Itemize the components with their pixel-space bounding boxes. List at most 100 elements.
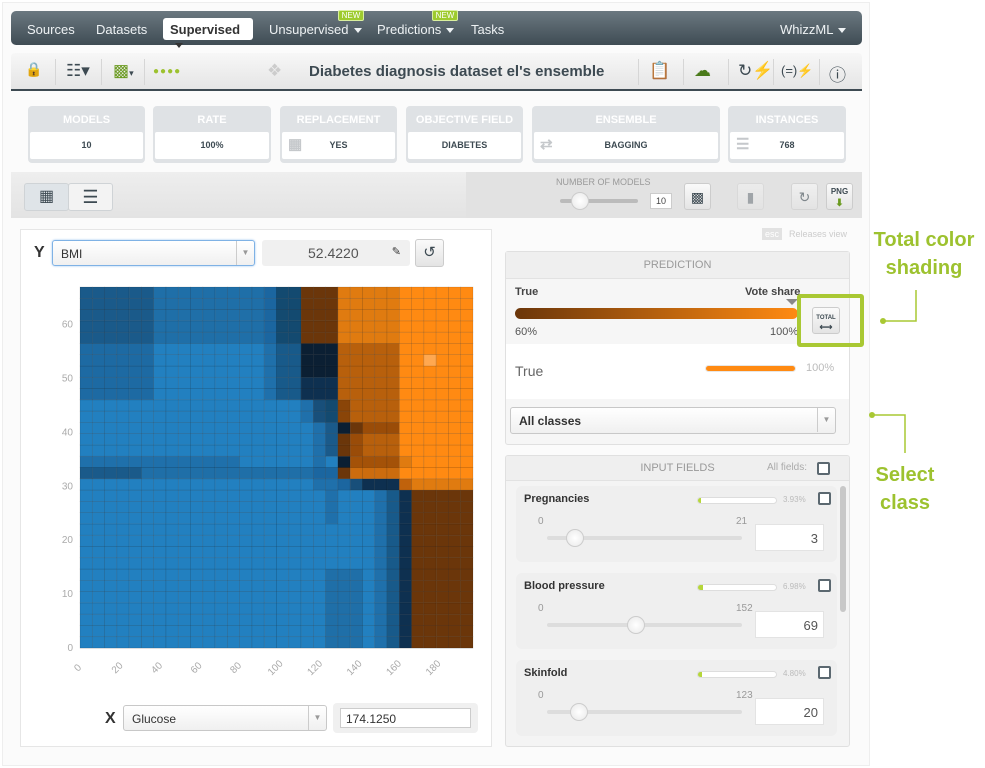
heatmap-cell[interactable] (116, 512, 130, 525)
heatmap-cell[interactable] (411, 613, 425, 626)
heatmap-cell[interactable] (337, 331, 351, 344)
heatmap-cell[interactable] (448, 331, 462, 344)
heatmap-cell[interactable] (399, 602, 412, 615)
heatmap-cell[interactable] (214, 625, 228, 638)
heatmap-cell[interactable] (460, 489, 474, 502)
heatmap-cell[interactable] (116, 433, 130, 446)
heatmap-cell[interactable] (460, 523, 474, 536)
heatmap-cell[interactable] (239, 568, 253, 581)
heatmap-cell[interactable] (399, 613, 412, 626)
heatmap-cell[interactable] (300, 534, 314, 547)
heatmap-cell[interactable] (435, 455, 449, 468)
heatmap-cell[interactable] (374, 546, 388, 559)
heatmap-cell[interactable] (386, 354, 400, 367)
heatmap-cell[interactable] (325, 580, 339, 592)
heatmap-cell[interactable] (91, 422, 105, 434)
heatmap-cell[interactable] (435, 286, 449, 299)
heatmap-cell[interactable] (411, 410, 425, 423)
heatmap-cell[interactable] (411, 422, 425, 434)
heatmap-cell[interactable] (362, 433, 376, 446)
heatmap-cell[interactable] (91, 512, 105, 525)
heatmap-cell[interactable] (448, 309, 462, 322)
heatmap-cell[interactable] (362, 365, 376, 378)
heatmap-cell[interactable] (337, 433, 351, 446)
heatmap-cell[interactable] (325, 309, 339, 322)
heatmap-cell[interactable] (435, 478, 449, 491)
heatmap-cell[interactable] (325, 286, 339, 299)
heatmap-cell[interactable] (411, 546, 425, 559)
heatmap-cell[interactable] (116, 297, 130, 310)
heatmap-cell[interactable] (411, 444, 425, 457)
heatmap-cell[interactable] (386, 399, 400, 412)
heatmap-cell[interactable] (288, 354, 302, 367)
heatmap-cell[interactable] (276, 444, 290, 457)
heatmap-cell[interactable] (116, 591, 130, 604)
heatmap-cell[interactable] (349, 365, 363, 378)
heatmap-cell[interactable] (104, 523, 118, 536)
heatmap-cell[interactable] (386, 320, 400, 333)
heatmap-cell[interactable] (251, 365, 265, 378)
heatmap-cell[interactable] (460, 376, 474, 389)
heatmap-cell[interactable] (276, 591, 290, 604)
heatmap-cell[interactable] (227, 501, 240, 513)
heatmap-cell[interactable] (399, 557, 412, 570)
heatmap-cell[interactable] (165, 467, 179, 480)
heatmap-cell[interactable] (349, 591, 363, 604)
heatmap-cell[interactable] (227, 523, 240, 536)
heatmap-cell[interactable] (227, 568, 240, 581)
heatmap-cell[interactable] (362, 636, 376, 649)
heatmap-cell[interactable] (91, 331, 105, 344)
heatmap-cell[interactable] (435, 613, 449, 626)
heatmap-cell[interactable] (79, 613, 93, 626)
heatmap-cell[interactable] (362, 444, 376, 457)
heatmap-cell[interactable] (435, 320, 449, 333)
heatmap-cell[interactable] (325, 512, 339, 525)
heatmap-cell[interactable] (165, 297, 179, 310)
heatmap-cell[interactable] (141, 602, 154, 615)
heatmap-cell[interactable] (227, 557, 240, 570)
heatmap-cell[interactable] (227, 422, 240, 434)
heatmap-cell[interactable] (239, 422, 253, 434)
heatmap-cell[interactable] (153, 343, 167, 355)
heatmap-cell[interactable] (79, 354, 93, 367)
heatmap-cell[interactable] (153, 602, 167, 615)
heatmap-cell[interactable] (362, 557, 376, 570)
heatmap-cell[interactable] (288, 489, 302, 502)
heatmap-cell[interactable] (227, 399, 240, 412)
heatmap-cell[interactable] (79, 320, 93, 333)
heatmap-cell[interactable] (214, 546, 228, 559)
heatmap-cell[interactable] (349, 636, 363, 649)
heatmap-cell[interactable] (116, 354, 130, 367)
heatmap-cell[interactable] (374, 444, 388, 457)
heatmap-cell[interactable] (349, 320, 363, 333)
heatmap-cell[interactable] (202, 297, 216, 310)
heatmap-cell[interactable] (116, 546, 130, 559)
heatmap-cell[interactable] (460, 365, 474, 378)
heatmap-cell[interactable] (448, 512, 462, 525)
heatmap-cell[interactable] (190, 625, 204, 638)
heatmap-cell[interactable] (214, 343, 228, 355)
heatmap-cell[interactable] (374, 467, 388, 480)
heatmap-cell[interactable] (300, 365, 314, 378)
heatmap-cell[interactable] (362, 309, 376, 322)
heatmap-cell[interactable] (116, 444, 130, 457)
heatmap-cell[interactable] (276, 286, 290, 299)
heatmap-cell[interactable] (300, 320, 314, 333)
heatmap-cell[interactable] (349, 376, 363, 389)
heatmap-cell[interactable] (251, 625, 265, 638)
heatmap-cell[interactable] (386, 534, 400, 547)
heatmap-cell[interactable] (177, 399, 191, 412)
heatmap-cell[interactable] (128, 534, 142, 547)
heatmap-cell[interactable] (263, 354, 277, 367)
heatmap-cell[interactable] (153, 286, 167, 299)
heatmap-cell[interactable] (276, 613, 290, 626)
heatmap-cell[interactable] (448, 422, 462, 434)
heatmap-cell[interactable] (141, 410, 154, 423)
heatmap-cell[interactable] (300, 580, 314, 592)
heatmap-cell[interactable] (79, 602, 93, 615)
heatmap-cell[interactable] (276, 557, 290, 570)
heatmap-cell[interactable] (91, 557, 105, 570)
heatmap-cell[interactable] (337, 376, 351, 389)
heatmap-cell[interactable] (313, 602, 326, 615)
heatmap-cell[interactable] (91, 613, 105, 626)
